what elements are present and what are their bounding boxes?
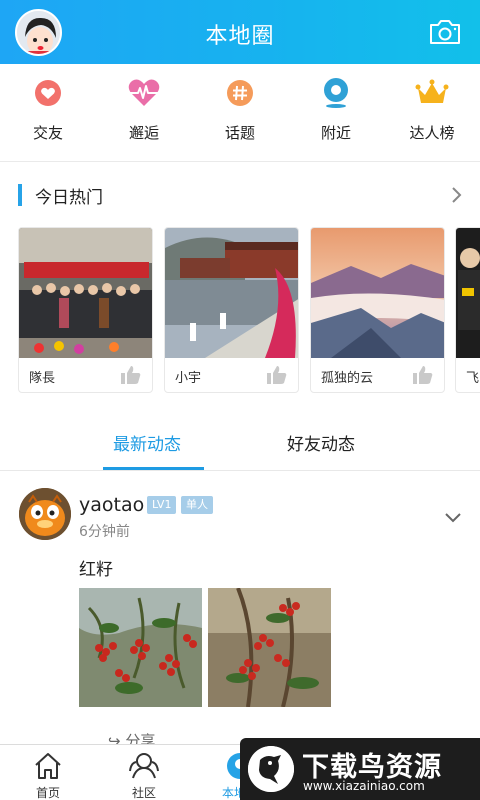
bottom-tab-label: 首页: [35, 786, 60, 800]
thumbs-up-icon[interactable]: [266, 365, 288, 385]
nav-encounter[interactable]: 邂逅: [96, 64, 192, 161]
nav-label: 交友: [32, 124, 63, 142]
chevron-right-icon[interactable]: [446, 184, 466, 206]
post-text: 红籽: [79, 560, 113, 580]
card-username: 小宇: [175, 371, 202, 386]
post-avatar[interactable]: [19, 488, 71, 540]
tab-friends[interactable]: 好友动态: [287, 430, 355, 455]
nav-label: 附近: [320, 124, 351, 142]
bottom-tab-home[interactable]: 首页: [8, 745, 88, 800]
feed-post: yaotao LV1 单人 6分钟前 红籽 ↪ 分享: [0, 472, 480, 750]
card-username: 孤独的云: [321, 371, 374, 386]
nav-label: 达人榜: [409, 124, 455, 142]
card-username: 隊長: [29, 371, 56, 386]
active-tab-indicator: [103, 467, 204, 470]
hot-section-header[interactable]: 今日热门: [0, 178, 480, 212]
heartbeat-icon: [127, 76, 161, 110]
hashtag-icon: [223, 76, 257, 110]
crown-icon: [415, 76, 449, 110]
hot-card[interactable]: 飞: [455, 227, 480, 393]
camera-icon[interactable]: [428, 19, 462, 45]
card-username: 飞: [466, 371, 480, 386]
feed-tabs: 最新动态 好友动态: [0, 415, 480, 471]
status-badge: 单人: [181, 496, 213, 514]
tab-latest[interactable]: 最新动态: [113, 430, 181, 455]
quick-nav: 交友 邂逅 话题 附近 达人榜: [0, 64, 480, 162]
nav-nearby[interactable]: 附近: [288, 64, 384, 161]
section-accent-bar: [18, 184, 22, 206]
post-image[interactable]: [208, 588, 331, 707]
nav-make-friends[interactable]: 交友: [0, 64, 96, 161]
nav-label: 邂逅: [128, 124, 159, 142]
hot-card[interactable]: 隊長: [18, 227, 153, 393]
nav-rankings[interactable]: 达人榜: [384, 64, 480, 161]
top-header: 本地圈: [0, 0, 480, 64]
nav-label: 话题: [224, 124, 255, 142]
post-image[interactable]: [79, 588, 202, 707]
heart-icon: [31, 76, 65, 110]
watermark-url: www.xiazainiao.com: [303, 779, 425, 793]
card-photo: [311, 228, 444, 358]
chevron-down-icon[interactable]: [443, 509, 463, 523]
bottom-tab-community[interactable]: 社区: [104, 745, 184, 800]
hot-card[interactable]: 小宇: [164, 227, 299, 393]
card-photo: [19, 228, 152, 358]
home-icon: [32, 751, 64, 781]
bird-logo-icon: [248, 746, 294, 792]
app-screen: 本地圈 交友 邂逅 话题 附近 达人榜 今日热门 隊長 小宇 孤独的云 飞 最新…: [0, 0, 480, 800]
post-username[interactable]: yaotao: [79, 494, 144, 516]
community-icon: [128, 751, 160, 781]
watermark-banner: 下载鸟资源 www.xiazainiao.com: [240, 738, 480, 800]
page-title: 本地圈: [205, 24, 275, 49]
location-icon: [319, 76, 353, 110]
bottom-tab-label: 社区: [131, 786, 156, 800]
card-photo: [456, 228, 480, 358]
card-photo: [165, 228, 298, 358]
thumbs-up-icon[interactable]: [120, 365, 142, 385]
thumbs-up-icon[interactable]: [412, 365, 434, 385]
nav-topics[interactable]: 话题: [192, 64, 288, 161]
hot-cards-carousel[interactable]: 隊長 小宇 孤独的云 飞: [18, 227, 480, 393]
hot-card[interactable]: 孤独的云: [310, 227, 445, 393]
level-badge: LV1: [147, 496, 177, 514]
section-title: 今日热门: [35, 188, 103, 208]
post-time: 6分钟前: [79, 524, 130, 540]
